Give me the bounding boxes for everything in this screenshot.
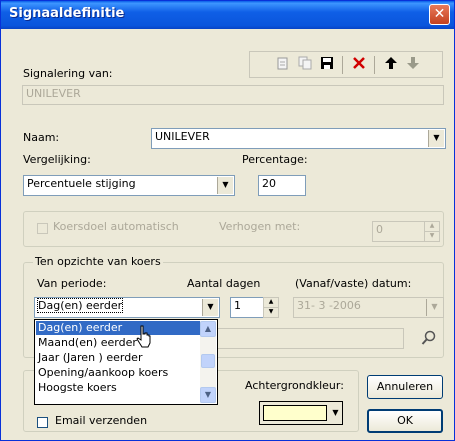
percentage-input[interactable]: 20 <box>258 175 306 196</box>
window-title: Signaaldefinitie <box>9 6 125 21</box>
cancel-button[interactable]: Annuleren <box>367 375 443 399</box>
aantal-label: Aantal dagen <box>187 277 261 290</box>
list-item[interactable]: Dag(en) eerder <box>36 321 202 335</box>
list-item[interactable]: Opening/aankoop koers <box>36 366 202 380</box>
email-checkbox[interactable] <box>37 417 48 428</box>
naam-value: UNILEVER <box>155 130 210 143</box>
color-swatch <box>263 405 327 421</box>
achtergrondkleur-label: Achtergrondkleur: <box>245 379 344 392</box>
toolbar-separator <box>342 56 343 74</box>
chevron-down-icon[interactable]: ▼ <box>202 299 218 316</box>
search-field <box>216 328 404 349</box>
save-icon[interactable] <box>318 56 336 73</box>
close-button[interactable]: ✕ <box>429 4 450 25</box>
vergelijking-label: Vergelijking: <box>23 153 91 166</box>
naam-label: Naam: <box>23 131 60 144</box>
scroll-thumb[interactable] <box>201 354 215 368</box>
toolbar-separator <box>374 56 375 74</box>
aantal-spinner[interactable]: ▲ ▼ <box>263 297 279 318</box>
scroll-up-icon[interactable]: ▲ <box>200 321 216 337</box>
scroll-down-icon[interactable]: ▼ <box>200 387 216 403</box>
list-item[interactable]: Jaar (Jaren ) eerder <box>36 351 202 365</box>
dropdown-scrollbar[interactable]: ▲ ▼ <box>200 321 216 403</box>
spin-down-icon[interactable]: ▼ <box>264 308 278 318</box>
color-picker[interactable]: ▼ <box>259 401 343 425</box>
datum-picker: 31- 3 -2006 ▼ <box>293 297 444 318</box>
periode-select[interactable]: Dag(en) eerder ▼ <box>34 297 220 318</box>
search-icon[interactable] <box>421 330 437 349</box>
mouse-cursor-icon <box>135 325 153 352</box>
verhogen-label: Verhogen met: <box>219 220 301 233</box>
vergelijking-value: Percentuele stijging <box>27 177 136 190</box>
email-label: Email verzenden <box>55 414 148 427</box>
move-down-icon[interactable] <box>404 56 422 73</box>
chevron-down-icon[interactable]: ▼ <box>330 404 341 422</box>
chevron-down-icon[interactable]: ▼ <box>217 177 233 194</box>
spin-up-icon: ▲ <box>425 222 439 232</box>
naam-select[interactable]: UNILEVER ▼ <box>151 128 446 149</box>
periode-dropdown-list: Dag(en) eerder Maand(en) eerder Jaar (Ja… <box>34 319 218 405</box>
koersdoel-label: Koersdoel automatisch <box>53 220 179 233</box>
datum-label: (Vanaf/vaste) datum: <box>295 277 412 290</box>
periode-label: Van periode: <box>37 277 107 290</box>
periode-value: Dag(en) eerder <box>36 298 124 313</box>
new-icon[interactable] <box>274 56 292 73</box>
spin-up-icon[interactable]: ▲ <box>264 298 278 308</box>
koers-group-title: Ten opzichte van koers <box>33 255 163 268</box>
verhogen-value: 0 <box>376 223 383 236</box>
verhogen-input: 0 <box>372 221 426 242</box>
spin-down-icon: ▼ <box>429 231 435 239</box>
copy-icon[interactable] <box>296 56 314 73</box>
signalering-label: Signalering van: <box>23 67 113 80</box>
aantal-input[interactable]: 1 <box>230 297 264 318</box>
percentage-label: Percentage: <box>242 153 308 166</box>
signalering-field: UNILEVER <box>22 85 444 105</box>
vergelijking-select[interactable]: Percentuele stijging ▼ <box>23 175 235 196</box>
list-item[interactable]: Maand(en) eerder <box>36 336 202 350</box>
list-item[interactable]: Hoogste koers <box>36 381 202 395</box>
datum-value: 31- 3 -2006 <box>297 299 361 312</box>
title-bar: Signaaldefinitie ✕ <box>1 1 454 29</box>
ok-button[interactable]: OK <box>367 409 443 433</box>
verhogen-spinner: ▲ ▼ <box>424 221 440 242</box>
dialog-window: Signaaldefinitie ✕ Signalering van: UNIL… <box>0 0 455 441</box>
chevron-down-icon: ▼ <box>426 299 442 316</box>
toolbar <box>249 51 443 78</box>
move-up-icon[interactable] <box>382 56 400 73</box>
delete-icon[interactable] <box>350 56 368 73</box>
chevron-down-icon[interactable]: ▼ <box>428 130 444 147</box>
koersdoel-checkbox[interactable] <box>37 223 48 234</box>
